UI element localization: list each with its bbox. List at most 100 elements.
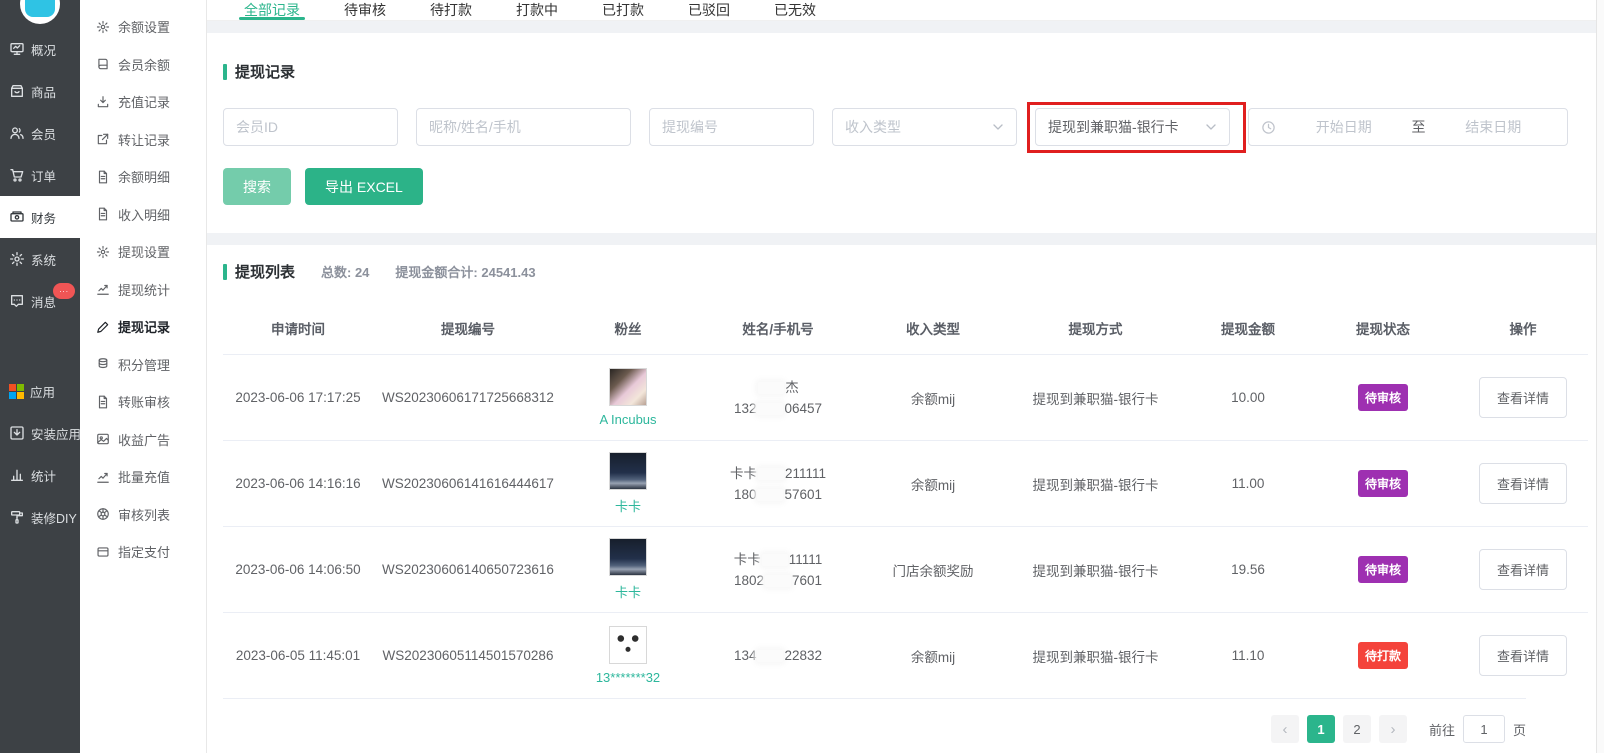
- sidebar-item-apps[interactable]: 应用: [0, 370, 80, 412]
- search-button[interactable]: 搜索: [223, 168, 291, 205]
- privacy-blur: [765, 575, 791, 587]
- goto-label: 前往: [1429, 720, 1455, 739]
- green-bar: [223, 264, 227, 280]
- withdraw-no: WS20230606171725668312: [373, 390, 563, 405]
- fan-avatar: [609, 626, 647, 664]
- submenu-label: 审核列表: [118, 505, 170, 524]
- submenu-item-batch-recharge[interactable]: 批量充值: [80, 458, 206, 496]
- withdraw-method-select[interactable]: 提现到兼职猫-银行卡: [1035, 108, 1230, 146]
- primary-sidebar: 概况 商品 会员 订单 财务 系统: [0, 0, 80, 753]
- bar-chart-icon: [9, 467, 25, 483]
- export-excel-button[interactable]: 导出 EXCEL: [305, 168, 423, 205]
- users-icon: [9, 125, 25, 141]
- member-id-input[interactable]: [223, 108, 398, 146]
- apply-time: 2023-06-06 14:16:16: [223, 476, 373, 491]
- clock-icon: [1261, 120, 1276, 135]
- submenu-item-withdraw-settings[interactable]: 提现设置: [80, 233, 206, 271]
- tab-all-records[interactable]: 全部记录: [244, 0, 300, 20]
- submenu-item-transfer-records[interactable]: 转让记录: [80, 121, 206, 159]
- sidebar-label: 订单: [31, 166, 56, 185]
- view-details-button[interactable]: 查看详情: [1479, 549, 1567, 590]
- tab-pending-review[interactable]: 待审核: [344, 0, 386, 20]
- sidebar-item-system[interactable]: 系统: [0, 238, 80, 280]
- submenu-item-member-balance[interactable]: 会员余额: [80, 46, 206, 84]
- tab-paying[interactable]: 打款中: [516, 0, 558, 20]
- nickname-input[interactable]: [416, 108, 631, 146]
- submenu-item-designated-payment[interactable]: 指定支付: [80, 533, 206, 571]
- sidebar-item-install-apps[interactable]: 安装应用: [0, 412, 80, 454]
- end-date-placeholder: 结束日期: [1432, 117, 1556, 137]
- finance-icon: [9, 209, 25, 225]
- sidebar-label: 概况: [31, 40, 56, 59]
- date-separator: 至: [1412, 117, 1426, 137]
- app-logo[interactable]: [20, 0, 60, 24]
- sidebar-item-decorate-diy[interactable]: 装修DIY: [0, 496, 80, 538]
- submenu-item-points-management[interactable]: 积分管理: [80, 346, 206, 384]
- income-type: 余额mij: [863, 646, 1003, 666]
- sidebar-item-overview[interactable]: 概况: [0, 28, 80, 70]
- status-badge: 待审核: [1358, 470, 1408, 497]
- fan-nickname-link[interactable]: 13*******32: [596, 670, 660, 685]
- tab-paid[interactable]: 已打款: [602, 0, 644, 20]
- sidebar-item-messages[interactable]: 消息 ...: [0, 280, 80, 322]
- submenu-label: 充值记录: [118, 92, 170, 111]
- withdraw-amount: 19.56: [1188, 562, 1308, 577]
- table-row: 2023-06-06 17:17:25 WS202306061717256683…: [223, 354, 1588, 440]
- withdraw-no-input[interactable]: [649, 108, 814, 146]
- col-withdraw-no: 提现编号: [373, 318, 563, 338]
- submenu-item-review-list[interactable]: 审核列表: [80, 496, 206, 534]
- submenu-item-withdraw-statistics[interactable]: 提现统计: [80, 271, 206, 309]
- message-badge: ...: [53, 283, 75, 299]
- income-type-select[interactable]: 收入类型: [832, 108, 1017, 146]
- tab-pending-payment[interactable]: 待打款: [430, 0, 472, 20]
- submenu-label: 积分管理: [118, 355, 170, 374]
- submenu-item-balance-settings[interactable]: 余额设置: [80, 8, 206, 46]
- view-details-button[interactable]: 查看详情: [1479, 635, 1567, 676]
- vertical-scrollbar[interactable]: [1596, 0, 1604, 753]
- table-row: 2023-06-06 14:06:50 WS202306061406507236…: [223, 526, 1588, 612]
- fan-avatar: [609, 538, 647, 576]
- sidebar-item-statistics[interactable]: 统计: [0, 454, 80, 496]
- start-date-placeholder: 开始日期: [1282, 117, 1406, 137]
- name-phone-cell: 杰 13206457: [693, 377, 863, 419]
- page-button-2[interactable]: 2: [1343, 715, 1371, 743]
- install-icon: [9, 425, 25, 441]
- fan-nickname-link[interactable]: 卡卡: [615, 582, 641, 601]
- prev-page-button[interactable]: ‹: [1271, 715, 1299, 743]
- col-withdraw-method: 提现方式: [1003, 318, 1188, 338]
- sidebar-label: 会员: [31, 124, 56, 143]
- col-status: 提现状态: [1308, 318, 1458, 338]
- tab-rejected[interactable]: 已驳回: [688, 0, 730, 20]
- status-badge: 待打款: [1358, 642, 1408, 669]
- submenu-item-transfer-review[interactable]: 转账审核: [80, 383, 206, 421]
- income-type-placeholder: 收入类型: [845, 117, 990, 137]
- sidebar-item-orders[interactable]: 订单: [0, 154, 80, 196]
- privacy-blur: [758, 468, 784, 480]
- fan-nickname-link[interactable]: A Incubus: [599, 412, 656, 427]
- submenu-item-income-details[interactable]: 收入明细: [80, 196, 206, 234]
- gear-icon: [9, 251, 25, 267]
- submenu-item-balance-details[interactable]: 余额明细: [80, 158, 206, 196]
- withdraw-method: 提现到兼职猫-银行卡: [1003, 560, 1188, 580]
- submenu-item-withdraw-records[interactable]: 提现记录: [80, 308, 206, 346]
- shop-icon: [9, 83, 25, 99]
- next-page-button[interactable]: ›: [1379, 715, 1407, 743]
- sidebar-item-finance[interactable]: 财务: [0, 196, 80, 238]
- download-icon: [96, 95, 110, 109]
- pagination: ‹ 1 2 › 前往 页: [223, 698, 1526, 753]
- apply-time: 2023-06-05 11:45:01: [223, 648, 373, 663]
- status-badge: 待审核: [1358, 384, 1408, 411]
- view-details-button[interactable]: 查看详情: [1479, 463, 1567, 504]
- date-range-picker[interactable]: 开始日期 至 结束日期: [1248, 108, 1568, 146]
- view-details-button[interactable]: 查看详情: [1479, 377, 1567, 418]
- submenu-item-revenue-ads[interactable]: 收益广告: [80, 421, 206, 459]
- sidebar-item-products[interactable]: 商品: [0, 70, 80, 112]
- submenu-item-recharge-records[interactable]: 充值记录: [80, 83, 206, 121]
- fan-nickname-link[interactable]: 卡卡: [615, 496, 641, 515]
- submenu-label: 余额设置: [118, 17, 170, 36]
- sidebar-item-members[interactable]: 会员: [0, 112, 80, 154]
- tab-invalid[interactable]: 已无效: [774, 0, 816, 20]
- withdraw-method-value: 提现到兼职猫-银行卡: [1048, 117, 1203, 137]
- page-button-1[interactable]: 1: [1307, 715, 1335, 743]
- goto-page-input[interactable]: [1463, 715, 1505, 743]
